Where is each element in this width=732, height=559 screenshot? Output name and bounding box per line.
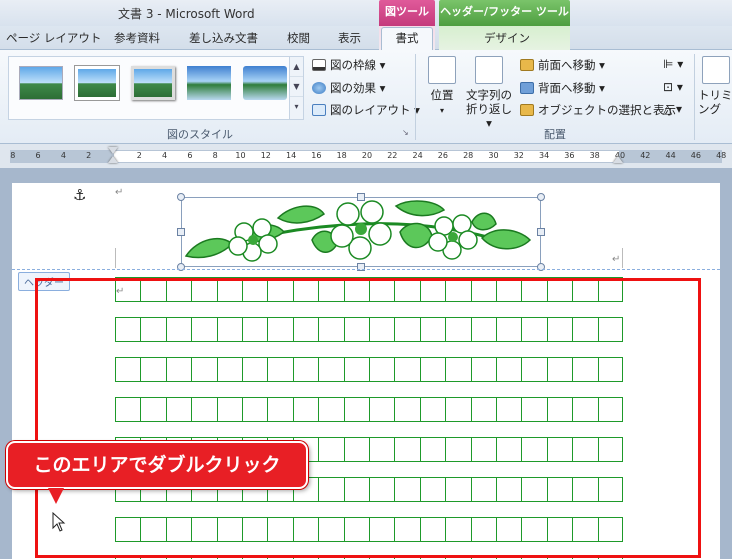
right-indent-marker[interactable] [613, 156, 623, 163]
ribbon-separator [415, 54, 416, 140]
ribbon: ▲ ▼ ▾ 図の枠線 ▾ 図の効果 ▾ 図のレイアウト ▾ 図のスタイル ↘ 位… [0, 50, 732, 144]
style-thumb-2[interactable] [75, 66, 119, 100]
group-label-arrange: 配置 [544, 128, 566, 141]
resize-handle[interactable] [537, 193, 545, 201]
ruler-number: 8 [10, 151, 16, 160]
ruler-number: 42 [640, 151, 651, 160]
callout-pointer [48, 488, 64, 504]
group-icon[interactable]: ⊡ ▾ [663, 80, 683, 94]
header-boundary-line [12, 269, 720, 270]
gallery-more-icon[interactable]: ▾ [290, 97, 303, 117]
crop-icon [702, 56, 730, 84]
ruler-number: 6 [187, 151, 193, 160]
flower-illustration [184, 200, 532, 262]
ruler-number: 44 [665, 151, 676, 160]
anchor-icon: ⚓ [73, 186, 87, 204]
ruler-number: 46 [690, 151, 701, 160]
wrap-text-icon [475, 56, 503, 84]
ruler-number: 6 [35, 151, 41, 160]
tab-format[interactable]: 書式 [381, 27, 433, 51]
ruler-number: 22 [387, 151, 398, 160]
selection-pane-icon [520, 104, 534, 116]
tab-view[interactable]: 表示 [338, 30, 361, 46]
tab-review[interactable]: 校閲 [287, 30, 310, 46]
resize-handle[interactable] [177, 193, 185, 201]
tab-design[interactable]: デザイン [484, 30, 530, 46]
resize-handle[interactable] [537, 228, 545, 236]
style-thumb-4[interactable] [187, 66, 231, 100]
send-backward-icon [520, 82, 534, 94]
pen-icon [312, 59, 326, 71]
ruler-number: 20 [361, 151, 373, 160]
paragraph-mark: ↵ [115, 187, 124, 198]
gallery-down-icon[interactable]: ▼ [290, 77, 303, 97]
body-area-highlight [35, 278, 701, 558]
layout-icon [312, 104, 326, 116]
ribbon-separator [694, 54, 695, 140]
rotate-icon[interactable]: △ ▾ [663, 102, 682, 116]
selection-pane-button[interactable]: オブジェクトの選択と表示 [520, 102, 676, 118]
picture-layout-button[interactable]: 図のレイアウト ▾ [312, 102, 420, 118]
ruler-number: 18 [336, 151, 347, 160]
horizontal-ruler: 8 6 4 2 2 4 6 8 10 12 14 16 18 20 22 24 26 28 30 32 34 36 38 40… [0, 145, 732, 167]
crop-button[interactable]: トリミング [698, 56, 732, 116]
selected-flower-image[interactable] [181, 197, 541, 267]
ruler-number: 8 [212, 151, 218, 160]
resize-handle[interactable] [357, 193, 365, 201]
first-indent-marker[interactable] [108, 147, 118, 154]
mouse-cursor-icon [52, 512, 66, 532]
style-thumb-3[interactable] [131, 66, 175, 100]
callout-text: このエリアでダブルクリック [33, 454, 281, 476]
ruler-number: 2 [136, 151, 142, 160]
ruler-number: 14 [286, 151, 297, 160]
picture-border-button[interactable]: 図の枠線 ▾ [312, 57, 385, 73]
gallery-scrollbar[interactable]: ▲ ▼ ▾ [289, 57, 303, 119]
style-thumb-1[interactable] [19, 66, 63, 100]
effects-icon [312, 82, 326, 94]
align-icon[interactable]: ⊫ ▾ [663, 57, 683, 71]
ruler-number: 38 [589, 151, 600, 160]
ribbon-tab-row: ページ レイアウト 参考資料 差し込み文書 校閲 表示 書式 デザイン [0, 26, 732, 51]
send-backward-button[interactable]: 背面へ移動 ▾ [520, 80, 605, 96]
context-label-header-footer-tools: ヘッダー/フッター ツール [439, 0, 570, 26]
picture-effects-button[interactable]: 図の効果 ▾ [312, 80, 385, 96]
ruler-number: 30 [488, 151, 499, 160]
tab-mailings[interactable]: 差し込み文書 [189, 30, 258, 46]
ruler-number: 2 [86, 151, 92, 160]
group-label-picture-styles: 図のスタイル [167, 128, 233, 141]
bring-forward-icon [520, 59, 534, 71]
ruler-number: 32 [513, 151, 524, 160]
instruction-callout: このエリアでダブルクリック [6, 441, 308, 489]
ruler-number: 36 [564, 151, 575, 160]
style-thumb-5[interactable] [243, 66, 287, 100]
ruler-number: 28 [463, 151, 474, 160]
picture-style-gallery[interactable]: ▲ ▼ ▾ [8, 56, 304, 120]
wrap-text-button[interactable]: 文字列の 折り返し ▾ [462, 56, 516, 130]
tab-page-layout[interactable]: ページ レイアウト [6, 30, 101, 46]
ruler-number: 10 [235, 151, 246, 160]
ruler-number: 26 [437, 151, 448, 160]
position-icon [428, 56, 456, 84]
ruler-number: 24 [412, 151, 423, 160]
ruler-number: 12 [260, 151, 271, 160]
resize-handle[interactable] [177, 228, 185, 236]
margin-corner-mark [622, 248, 623, 268]
ruler-number: 4 [162, 151, 168, 160]
hanging-indent-marker[interactable] [108, 156, 118, 163]
position-button[interactable]: 位置 ▾ [424, 56, 460, 118]
dialog-launcher-icon[interactable]: ↘ [402, 128, 409, 137]
bring-forward-button[interactable]: 前面へ移動 ▾ [520, 57, 605, 73]
gallery-up-icon[interactable]: ▲ [290, 57, 303, 77]
paragraph-mark: ↵ [612, 254, 621, 265]
context-label-picture-tools: 図ツール [379, 0, 435, 26]
ruler-number: 4 [60, 151, 66, 160]
tab-references[interactable]: 参考資料 [114, 30, 160, 46]
ruler-number: 34 [539, 151, 550, 160]
window-title: 文書 3 - Microsoft Word [118, 7, 255, 21]
ruler-number: 16 [311, 151, 322, 160]
margin-corner-mark [115, 248, 116, 268]
title-bar: 文書 3 - Microsoft Word 図ツール ヘッダー/フッター ツール [0, 0, 732, 26]
ruler-number: 48 [716, 151, 727, 160]
